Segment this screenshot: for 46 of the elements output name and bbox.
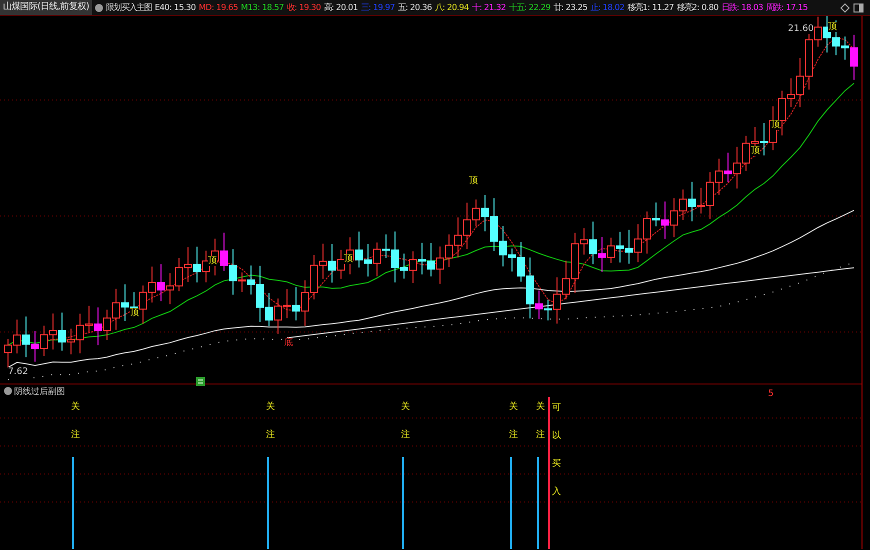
low-price-label: 7.62 — [8, 367, 28, 377]
legend-value: 八: 20.94 — [434, 1, 469, 14]
legend-value: 十: 21.32 — [472, 1, 506, 14]
signal-marker: 顶 — [771, 120, 780, 130]
signal-label: 关 — [509, 402, 518, 412]
legend-value: 移亮2: 0.80 — [676, 1, 718, 14]
signal-label: 注 — [71, 430, 80, 440]
square-icon — [196, 377, 205, 386]
signal-marker: 顶 — [344, 254, 353, 264]
legend-value: 三: 19.97 — [360, 1, 395, 14]
legend-value: E40: 15.30 — [154, 1, 196, 14]
signal-label: 关 — [266, 402, 275, 412]
legend-value: 收: 19.30 — [286, 1, 321, 14]
signal-label: 注 — [266, 430, 275, 440]
diamond-icon[interactable] — [840, 2, 850, 12]
buy-signal-text: 可以买入 — [552, 402, 561, 499]
panel-toggle-icon[interactable] — [853, 2, 864, 12]
signal-marker: 顶 — [751, 146, 760, 156]
signal-marker: 顶 — [469, 176, 478, 186]
legend-value: 廿: 23.25 — [553, 1, 588, 14]
signal-marker: 顶 — [130, 308, 139, 318]
legend-value: MD: 19.65 — [198, 1, 238, 14]
signal-marker: 顶 — [208, 256, 217, 266]
signal-label: 注 — [401, 430, 410, 440]
signal-marker: 顶 — [828, 22, 837, 32]
signal-label: 注 — [536, 430, 545, 440]
legend-value: 止: 18.02 — [590, 1, 624, 14]
legend-value: 移亮1: 11.27 — [627, 1, 674, 14]
legend-value: 十五: 22.29 — [508, 1, 550, 14]
indicator-dot-icon — [95, 4, 104, 12]
signal-label: 关 — [536, 402, 545, 412]
legend-value: 高: 20.01 — [324, 1, 358, 14]
signal-marker: 5 — [768, 389, 774, 399]
legend-value: M13: 18.57 — [240, 1, 284, 14]
legend-value: 五: 20.36 — [398, 1, 432, 14]
signal-label: 注 — [509, 430, 518, 440]
legend-value: 日跌: 18.03 — [721, 1, 763, 14]
legend-value: 周跌: 17.15 — [766, 1, 808, 14]
signal-label: 关 — [71, 402, 80, 412]
indicator-dot-icon — [4, 387, 12, 395]
sub-panel-title: 阴线过后副图 — [14, 387, 66, 397]
indicator-name: 限划买入主图 — [106, 1, 152, 14]
chart-title: 山煤国际(日线,前复权) — [0, 0, 92, 15]
signal-marker: 底 — [284, 338, 293, 348]
signal-label: 关 — [401, 402, 410, 412]
high-price-label: 21.60 — [788, 24, 814, 34]
